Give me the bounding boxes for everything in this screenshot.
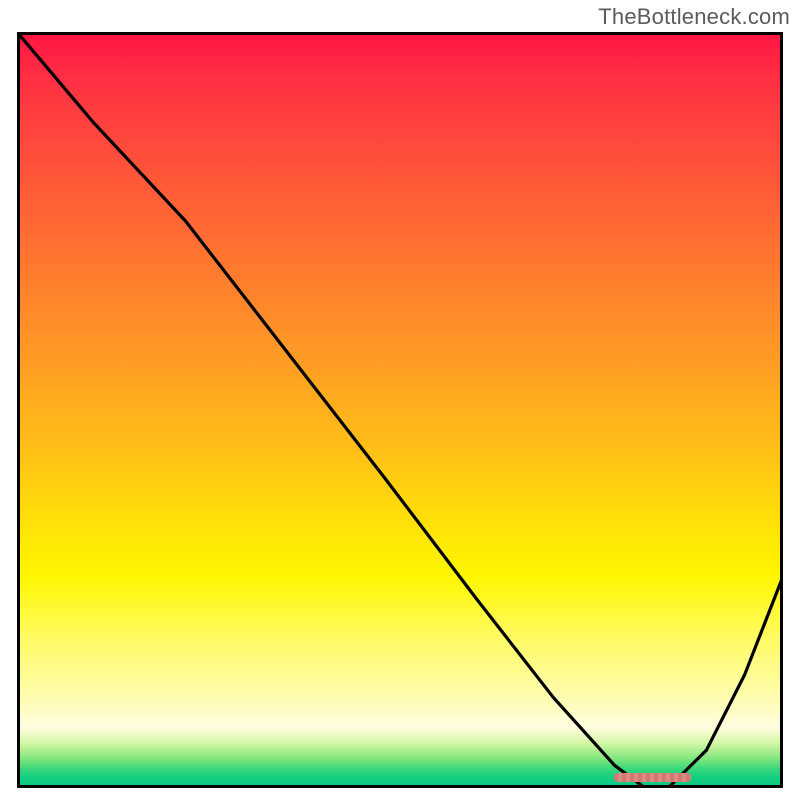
optimal-range-marker (614, 773, 691, 782)
plot-area (17, 32, 783, 788)
attribution-text: TheBottleneck.com (598, 4, 790, 30)
bottleneck-curve (17, 32, 783, 788)
chart-container: TheBottleneck.com (0, 0, 800, 800)
